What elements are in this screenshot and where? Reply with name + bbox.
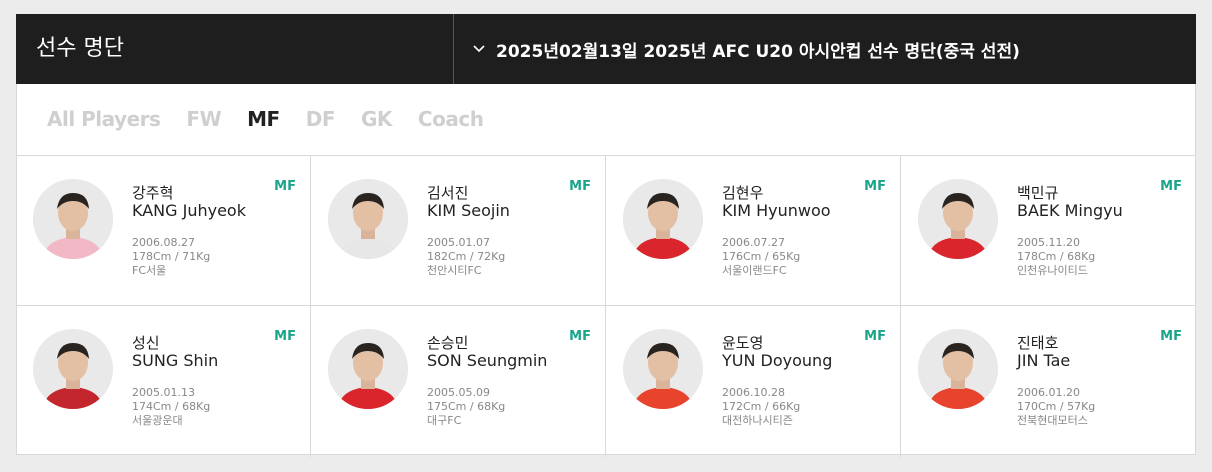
player-name-korean: 김서진 [427, 184, 469, 202]
player-name-korean: 손승민 [427, 334, 469, 352]
position-badge: MF [569, 329, 591, 344]
player-club: 인천유나이티드 [1017, 264, 1088, 277]
player-birthdate: 2005.01.13 [132, 386, 195, 399]
roster-panel: 선수 명단 2025년02월13일 2025년 AFC U20 아시안컵 선수 … [16, 14, 1196, 457]
player-name-english: SON Seungmin [427, 351, 548, 370]
player-name-korean: 강주혁 [132, 184, 174, 202]
player-name-korean: 진태호 [1017, 334, 1059, 352]
player-photo-avatar [33, 179, 113, 259]
player-height-weight: 176Cm / 65Kg [722, 250, 801, 263]
player-info: 2006.01.20 170Cm / 57Kg 전북현대모터스 [1017, 386, 1095, 428]
player-height-weight: 170Cm / 57Kg [1017, 400, 1096, 413]
tab-fw[interactable]: FW [186, 107, 221, 131]
roster-header: 선수 명단 2025년02월13일 2025년 AFC U20 아시안컵 선수 … [16, 14, 1196, 84]
player-photo-avatar [328, 179, 408, 259]
player-height-weight: 178Cm / 71Kg [132, 250, 211, 263]
player-birthdate: 2005.11.20 [1017, 236, 1080, 249]
position-badge: MF [569, 179, 591, 194]
player-name-korean: 윤도영 [722, 334, 764, 352]
player-photo-avatar [328, 329, 408, 409]
player-name-korean: 김현우 [722, 184, 764, 202]
player-name-english: KIM Hyunwoo [722, 201, 831, 220]
player-birthdate: 2006.08.27 [132, 236, 195, 249]
player-name-english: BAEK Mingyu [1017, 201, 1123, 220]
roster-select-value: 2025년02월13일 2025년 AFC U20 아시안컵 선수 명단(중국 … [496, 41, 1020, 62]
player-name-english: KANG Juhyeok [132, 201, 246, 220]
player-photo-avatar [623, 179, 703, 259]
player-name-english: JIN Tae [1017, 351, 1071, 370]
player-club: FC서울 [132, 264, 167, 277]
position-badge: MF [1160, 329, 1182, 344]
player-info: 2006.07.27 176Cm / 65Kg 서울이랜드FC [722, 236, 800, 278]
player-card[interactable]: MF 진태호 JIN Tae 2006.01.20 170Cm / 57Kg 전… [901, 306, 1196, 457]
player-birthdate: 2005.01.07 [427, 236, 490, 249]
player-photo-avatar [623, 329, 703, 409]
player-card[interactable]: MF 김서진 KIM Seojin 2005.01.07 182Cm / 72K… [311, 156, 606, 306]
player-club: 천안시티FC [427, 264, 482, 277]
player-birthdate: 2006.07.27 [722, 236, 785, 249]
tab-mf[interactable]: MF [247, 107, 280, 131]
player-club: 서울광운대 [132, 414, 183, 427]
player-grid: MF 강주혁 KANG Juhyeok 2006.08.27 178Cm / 7… [16, 155, 1196, 457]
player-height-weight: 182Cm / 72Kg [427, 250, 506, 263]
position-badge: MF [864, 329, 886, 344]
player-card[interactable]: MF 김현우 KIM Hyunwoo 2006.07.27 176Cm / 65… [606, 156, 901, 306]
position-badge: MF [274, 179, 296, 194]
player-birthdate: 2005.05.09 [427, 386, 490, 399]
player-height-weight: 178Cm / 68Kg [1017, 250, 1096, 263]
tab-coach[interactable]: Coach [418, 107, 484, 131]
chevron-down-icon [473, 45, 485, 53]
player-name-english: KIM Seojin [427, 201, 510, 220]
tab-all-players[interactable]: All Players [47, 107, 161, 131]
player-name-korean: 백민규 [1017, 184, 1059, 202]
player-info: 2006.10.28 172Cm / 66Kg 대전하나시티즌 [722, 386, 800, 428]
player-club: 서울이랜드FC [722, 264, 787, 277]
player-height-weight: 174Cm / 68Kg [132, 400, 211, 413]
position-badge: MF [864, 179, 886, 194]
tab-df[interactable]: DF [306, 107, 336, 131]
player-info: 2006.08.27 178Cm / 71Kg FC서울 [132, 236, 210, 278]
player-card[interactable]: MF 강주혁 KANG Juhyeok 2006.08.27 178Cm / 7… [16, 156, 311, 306]
player-club: 대전하나시티즌 [722, 414, 793, 427]
player-info: 2005.11.20 178Cm / 68Kg 인천유나이티드 [1017, 236, 1095, 278]
player-card[interactable]: MF 성신 SUNG Shin 2005.01.13 174Cm / 68Kg … [16, 306, 311, 457]
player-card[interactable]: MF 손승민 SON Seungmin 2005.05.09 175Cm / 6… [311, 306, 606, 457]
player-card[interactable]: MF 윤도영 YUN Doyoung 2006.10.28 172Cm / 66… [606, 306, 901, 457]
player-height-weight: 175Cm / 68Kg [427, 400, 506, 413]
player-info: 2005.01.13 174Cm / 68Kg 서울광운대 [132, 386, 210, 428]
player-info: 2005.01.07 182Cm / 72Kg 천안시티FC [427, 236, 505, 278]
position-badge: MF [1160, 179, 1182, 194]
player-card[interactable]: MF 백민규 BAEK Mingyu 2005.11.20 178Cm / 68… [901, 156, 1196, 306]
player-photo-avatar [918, 329, 998, 409]
page-title: 선수 명단 [16, 14, 454, 84]
player-birthdate: 2006.01.20 [1017, 386, 1080, 399]
position-badge: MF [274, 329, 296, 344]
player-name-korean: 성신 [132, 334, 160, 352]
position-tabs: All Players FW MF DF GK Coach [47, 107, 484, 131]
player-birthdate: 2006.10.28 [722, 386, 785, 399]
player-info: 2005.05.09 175Cm / 68Kg 대구FC [427, 386, 505, 428]
player-photo-avatar [918, 179, 998, 259]
roster-select-dropdown[interactable]: 2025년02월13일 2025년 AFC U20 아시안컵 선수 명단(중국 … [454, 14, 1196, 84]
tab-gk[interactable]: GK [361, 107, 392, 131]
player-height-weight: 172Cm / 66Kg [722, 400, 801, 413]
player-club: 대구FC [427, 414, 462, 427]
player-name-english: SUNG Shin [132, 351, 219, 370]
player-club: 전북현대모터스 [1017, 414, 1088, 427]
player-photo-avatar [33, 329, 113, 409]
player-name-english: YUN Doyoung [722, 351, 833, 370]
